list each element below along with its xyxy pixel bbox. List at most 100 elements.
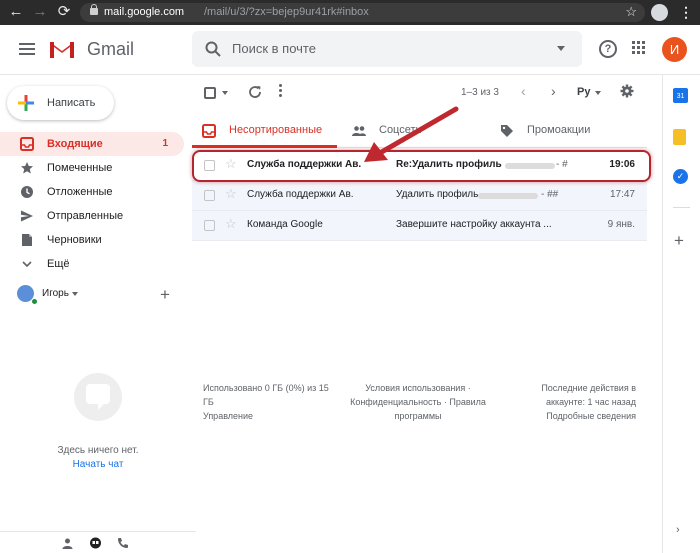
program-policies-link[interactable]: программы <box>338 409 498 423</box>
tab-primary[interactable]: Несортированные <box>192 114 337 148</box>
email-row[interactable]: ☆ Команда Google Завершите настройку акк… <box>192 211 647 241</box>
start-chat-link[interactable]: Начать чат <box>0 459 196 470</box>
sidebar-item-drafts[interactable]: Черновики <box>0 228 184 252</box>
prev-page-icon[interactable]: ‹ <box>521 83 526 99</box>
send-icon <box>21 210 33 222</box>
sidebar-item-label: Отложенные <box>47 186 113 198</box>
sidebar-item-label: Черновики <box>47 234 102 246</box>
last-activity-time: аккаунте: 1 час назад <box>546 397 636 407</box>
empty-chat-text: Здесь ничего нет. <box>57 445 139 456</box>
side-panel-divider <box>673 207 690 208</box>
privacy-link[interactable]: Конфиденциальность · Правила <box>338 395 498 409</box>
tab-promotions[interactable]: Промоакции <box>490 114 645 148</box>
inbox-icon <box>202 124 216 138</box>
compose-label: Написать <box>47 97 96 109</box>
email-sender: Команда Google <box>247 219 323 230</box>
activity-details-link[interactable]: Подробные сведения <box>520 409 636 423</box>
chevron-down-icon <box>22 261 32 268</box>
redacted-snippet <box>478 193 538 199</box>
sidebar-item-starred[interactable]: Помеченные <box>0 156 184 180</box>
sidebar-item-sent[interactable]: Отправленные <box>0 204 184 228</box>
search-input[interactable] <box>232 41 532 56</box>
email-sender: Служба поддержки Ав. <box>247 189 354 200</box>
add-addon-icon[interactable]: + <box>674 232 684 249</box>
url-path: /mail/u/3/?zx=bejep9ur41rk#inbox <box>204 6 369 18</box>
email-time: 9 янв. <box>607 219 635 230</box>
tab-label: Несортированные <box>229 124 323 136</box>
sidebar-item-label: Входящие <box>47 138 103 150</box>
email-time: 17:47 <box>609 189 635 200</box>
browser-toolbar: ← → ⟳ mail.google.com /mail/u/3/?zx=beje… <box>0 0 700 25</box>
calendar-icon[interactable]: 31 <box>673 88 688 103</box>
help-icon[interactable]: ? <box>599 40 617 58</box>
row-checkbox[interactable] <box>204 220 215 231</box>
mail-toolbar: 1–3 из 3 ‹ › Ру <box>192 78 647 108</box>
sidebar-item-label: Ещё <box>47 258 70 270</box>
search-icon[interactable] <box>204 40 222 58</box>
star-toggle-icon[interactable]: ☆ <box>225 216 237 232</box>
last-activity-text: Последние действия в <box>541 383 636 393</box>
hangouts-bottom-bar <box>0 531 196 553</box>
sidebar-item-inbox[interactable]: Входящие 1 <box>0 132 184 156</box>
gear-icon[interactable] <box>620 84 634 98</box>
gmail-logo-icon[interactable] <box>48 38 76 60</box>
tag-icon <box>501 125 513 137</box>
address-bar[interactable]: mail.google.com /mail/u/3/?zx=bejep9ur41… <box>80 3 645 22</box>
account-activity: Последние действия в аккаунте: 1 час наз… <box>520 381 636 423</box>
more-vert-icon[interactable] <box>279 84 283 100</box>
manage-storage-link[interactable]: Управление <box>203 409 353 423</box>
email-subject: Удалить профиль <box>396 189 479 200</box>
add-contact-icon[interactable]: + <box>160 285 170 305</box>
reload-icon[interactable]: ⟳ <box>54 3 74 21</box>
unread-count-badge: 1 <box>162 138 168 149</box>
search-options-caret-icon[interactable] <box>557 46 565 51</box>
app-title: Gmail <box>87 39 135 59</box>
storage-info: Использовано 0 ГБ (0%) из 15 ГБ Управлен… <box>203 381 353 423</box>
select-menu-caret-icon[interactable] <box>222 91 228 95</box>
hangouts-chat-icon[interactable] <box>89 537 102 550</box>
refresh-icon[interactable] <box>248 85 262 99</box>
chevron-right-icon[interactable]: › <box>676 524 680 536</box>
browser-menu-icon[interactable]: ⋮ <box>679 3 693 21</box>
user-name: Игорь <box>42 288 69 299</box>
draft-icon <box>22 234 32 246</box>
hangouts-user[interactable]: Игорь + <box>0 281 184 309</box>
user-menu-caret-icon[interactable] <box>72 292 78 296</box>
annotation-arrow <box>364 106 459 162</box>
account-avatar[interactable]: И <box>662 37 687 62</box>
star-toggle-icon[interactable]: ☆ <box>225 186 237 202</box>
inbox-icon <box>20 137 34 151</box>
bookmark-star-icon[interactable]: ☆ <box>625 4 637 20</box>
row-checkbox[interactable] <box>204 190 215 201</box>
person-icon[interactable] <box>62 538 73 549</box>
input-language-caret-icon[interactable] <box>595 91 601 95</box>
plus-icon <box>18 95 34 111</box>
keep-icon[interactable] <box>673 129 686 145</box>
sidebar-item-label: Отправленные <box>47 210 124 222</box>
apps-grid-icon[interactable] <box>632 41 646 55</box>
tab-label: Промоакции <box>527 124 591 136</box>
phone-icon[interactable] <box>117 537 129 549</box>
back-icon[interactable]: ← <box>6 3 26 21</box>
star-icon <box>21 162 33 174</box>
page-range: 1–3 из 3 <box>461 87 499 98</box>
forward-icon[interactable]: → <box>30 3 50 21</box>
tasks-icon[interactable]: ✓ <box>673 169 688 184</box>
online-status-icon <box>31 298 38 305</box>
browser-profile-avatar[interactable] <box>651 4 668 21</box>
lock-icon <box>90 4 98 15</box>
sidebar-item-more[interactable]: Ещё <box>0 252 184 276</box>
email-row[interactable]: ☆ Служба поддержки Ав. Удалить профиль -… <box>192 181 647 211</box>
search-box <box>192 31 582 67</box>
url-host: mail.google.com <box>104 6 185 18</box>
compose-button[interactable]: Написать <box>7 86 114 120</box>
side-panel: 31 ✓ + › <box>662 75 700 553</box>
storage-unit: ГБ <box>203 397 214 407</box>
input-language-label[interactable]: Ру <box>577 86 590 98</box>
terms-link[interactable]: Условия использования · <box>338 381 498 395</box>
sidebar-item-snoozed[interactable]: Отложенные <box>0 180 184 204</box>
select-all-checkbox[interactable] <box>204 87 216 99</box>
hamburger-menu-icon[interactable] <box>19 43 35 55</box>
footer-links: Условия использования · Конфиденциальнос… <box>338 381 498 423</box>
next-page-icon[interactable]: › <box>551 83 556 99</box>
